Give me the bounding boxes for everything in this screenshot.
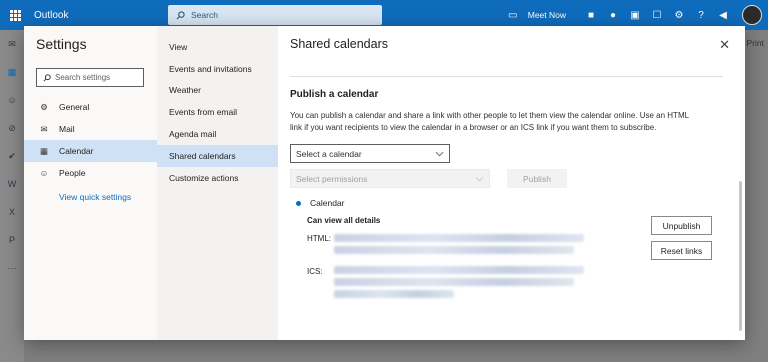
mail-icon: ✉	[40, 123, 48, 134]
settings-dialog: Settings Search settings ⚙ General ✉ Mai…	[24, 26, 745, 340]
people-icon: ☺	[39, 168, 49, 178]
permission-label: Can view all details	[307, 216, 381, 225]
settings-nav-label: People	[59, 168, 86, 178]
settings-nav-general[interactable]: ⚙ General	[24, 96, 157, 118]
published-calendar-name: Calendar	[310, 198, 345, 208]
subnav-events-from-email[interactable]: Events from email	[157, 101, 278, 123]
subnav-events-invitations[interactable]: Events and invitations	[157, 58, 278, 80]
mail-icon[interactable]: ✉	[0, 30, 24, 58]
todo-icon[interactable]: ✔	[0, 142, 24, 170]
settings-search-placeholder: Search settings	[55, 73, 111, 82]
calendar-icon: ▦	[39, 145, 49, 156]
panel-scrollbar[interactable]	[739, 181, 742, 331]
publish-button[interactable]: Publish	[507, 169, 567, 188]
left-rail: ✉ ▦ ☺ ⊘ ✔ W X P ···	[0, 30, 24, 362]
subnav-agenda-mail[interactable]: Agenda mail	[157, 123, 278, 145]
calendar-icon[interactable]: ▦	[0, 58, 24, 86]
people-icon[interactable]: ☺	[0, 86, 24, 114]
word-icon[interactable]: W	[0, 170, 24, 198]
search-icon	[43, 73, 51, 82]
attachment-icon[interactable]: ⊘	[0, 114, 24, 142]
app-brand[interactable]: Outlook	[34, 10, 68, 21]
ics-link-redacted[interactable]	[334, 278, 574, 286]
html-link-redacted[interactable]	[334, 234, 584, 242]
settings-nav-label: Calendar	[59, 146, 94, 156]
powerpoint-icon[interactable]: P	[0, 226, 24, 254]
subnav-shared-calendars[interactable]: Shared calendars	[157, 144, 278, 167]
subnav-customize-actions[interactable]: Customize actions	[157, 167, 278, 189]
reset-links-button[interactable]: Reset links	[651, 241, 712, 260]
calendar-subnav: View Events and invitations Weather Even…	[157, 26, 278, 340]
global-search-placeholder: Search	[191, 10, 218, 20]
subnav-view[interactable]: View	[157, 36, 278, 58]
search-icon	[176, 10, 185, 19]
chevron-down-icon	[435, 151, 444, 156]
settings-nav-people[interactable]: ☺ People	[24, 162, 157, 184]
more-apps-icon[interactable]: ···	[0, 254, 24, 282]
divider	[290, 76, 723, 77]
meet-now-button[interactable]: Meet Now	[528, 10, 566, 20]
background-print-button: Print	[746, 38, 764, 48]
excel-icon[interactable]: X	[0, 198, 24, 226]
settings-nav-label: General	[59, 102, 90, 112]
select-calendar-value: Select a calendar	[296, 148, 362, 159]
avatar[interactable]	[742, 5, 762, 25]
published-calendar: Calendar	[296, 198, 345, 208]
calendar-color-dot	[296, 200, 301, 206]
settings-nav: Settings Search settings ⚙ General ✉ Mai…	[24, 26, 157, 340]
chevron-down-icon	[475, 176, 484, 181]
ics-link-redacted[interactable]	[334, 266, 584, 274]
publish-description: You can publish a calendar and share a l…	[290, 111, 689, 132]
panel-title: Shared calendars	[290, 37, 388, 51]
settings-nav-label: Mail	[59, 124, 75, 134]
ics-link-redacted[interactable]	[334, 290, 454, 298]
close-icon[interactable]: ✕	[719, 37, 730, 53]
settings-title: Settings	[36, 36, 87, 52]
gear-icon: ⚙	[40, 101, 48, 112]
settings-nav-mail[interactable]: ✉ Mail	[24, 118, 157, 140]
publish-heading: Publish a calendar	[290, 89, 379, 100]
unpublish-button[interactable]: Unpublish	[651, 216, 712, 235]
html-link-redacted[interactable]	[334, 246, 574, 254]
global-search-box[interactable]: Search	[168, 5, 382, 25]
settings-nav-calendar[interactable]: ▦ Calendar	[24, 140, 157, 162]
settings-search-input[interactable]: Search settings	[36, 68, 144, 87]
select-permissions-value: Select permissions	[296, 173, 368, 184]
shared-calendars-panel: Shared calendars ✕ Publish a calendar Yo…	[278, 26, 745, 340]
select-permissions-dropdown[interactable]: Select permissions	[290, 169, 490, 188]
subnav-weather[interactable]: Weather	[157, 80, 278, 102]
select-calendar-dropdown[interactable]: Select a calendar	[290, 144, 450, 163]
view-quick-settings-link[interactable]: View quick settings	[24, 192, 157, 202]
ics-link-label: ICS:	[307, 267, 323, 276]
html-link-label: HTML:	[307, 234, 331, 243]
